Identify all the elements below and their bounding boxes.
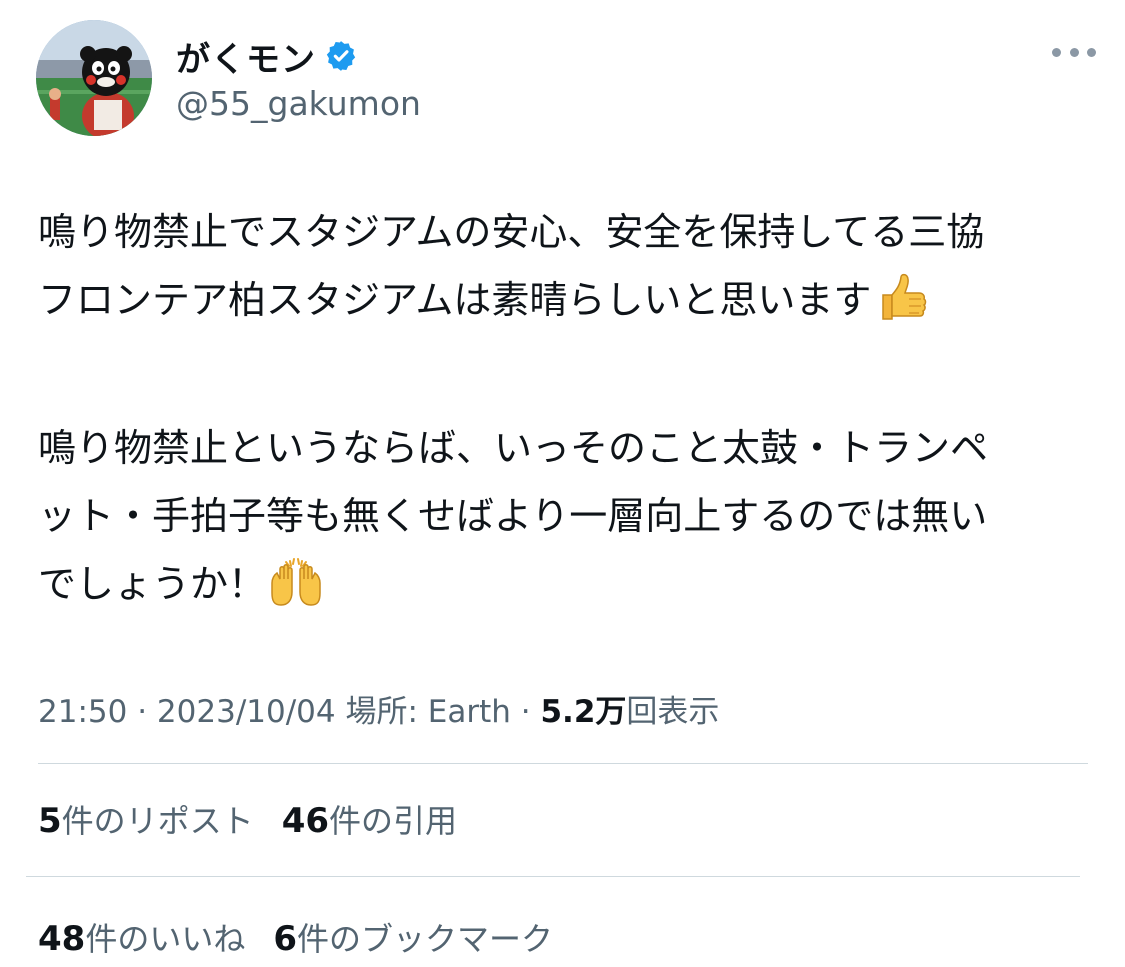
- meta-separator: ·: [137, 694, 148, 730]
- dot: [1087, 47, 1096, 57]
- quotes-label: 件の引用: [329, 802, 458, 840]
- tweet-text-segment: でしょうか！: [38, 562, 267, 606]
- likes-count: 48: [38, 919, 86, 959]
- tweet-text-segment: フロンテア柏スタジアムは素晴らしいと思います: [38, 278, 872, 322]
- views-count: 5.2万: [540, 694, 627, 730]
- reposts-label: 件のリポスト: [61, 802, 254, 840]
- tweet-date[interactable]: 2023/10/04: [157, 694, 336, 730]
- display-name[interactable]: がくモン: [176, 32, 316, 81]
- tweet-text: 鳴り物禁止でスタジアムの安心、安全を保持してる三協 フロンテア柏スタジアムは素晴…: [38, 198, 1098, 618]
- bookmarks-stat[interactable]: 6件のブックマーク: [273, 914, 553, 960]
- quotes-stat[interactable]: 46件の引用: [282, 796, 457, 842]
- reposts-count: 5: [38, 801, 62, 841]
- likes-stat[interactable]: 48件のいいね: [38, 914, 245, 960]
- reposts-stat[interactable]: 5件のリポスト: [38, 796, 254, 842]
- likes-label: 件のいいね: [85, 920, 246, 958]
- bookmarks-label: 件のブックマーク: [297, 920, 554, 958]
- tweet-text-line: 鳴り物禁止というならば、いっそのこと太鼓・トランペ: [38, 426, 989, 470]
- stats-row-likes: 48件のいいね 6件のブックマーク: [38, 914, 553, 960]
- raising-hands-emoji-icon: [268, 553, 324, 609]
- divider: [26, 876, 1080, 877]
- tweet-text-line: 鳴り物禁止でスタジアムの安心、安全を保持してる三協: [38, 210, 985, 254]
- dot: [1052, 47, 1061, 57]
- thumbs-up-emoji-icon: [873, 269, 929, 325]
- stats-row-reposts: 5件のリポスト 46件の引用: [38, 796, 457, 842]
- dot: [1069, 47, 1079, 57]
- tweet-header: がくモン @55_gakumon: [36, 20, 1096, 140]
- verified-badge-icon: [324, 39, 358, 73]
- meta-separator: ·: [520, 694, 531, 730]
- tweet-text-line: フロンテア柏スタジアムは素晴らしいと思います: [38, 266, 1098, 334]
- tweet-text-line: ット・手拍子等も無くせばより一層向上するのでは無い: [38, 494, 988, 538]
- bookmarks-count: 6: [273, 919, 298, 959]
- divider: [38, 763, 1088, 764]
- tweet-time[interactable]: 21:50: [38, 694, 127, 730]
- tweet-text-line: でしょうか！: [38, 550, 1098, 618]
- avatar[interactable]: [36, 20, 152, 136]
- views-label: 回表示: [626, 694, 720, 730]
- tweet-meta: 21:50 · 2023/10/04 場所: Earth · 5.2万回表示: [38, 686, 719, 731]
- tweet-location[interactable]: 場所: Earth: [345, 694, 510, 730]
- quotes-count: 46: [281, 801, 330, 841]
- more-options-icon[interactable]: [1052, 42, 1096, 62]
- user-handle[interactable]: @55_gakumon: [176, 84, 421, 123]
